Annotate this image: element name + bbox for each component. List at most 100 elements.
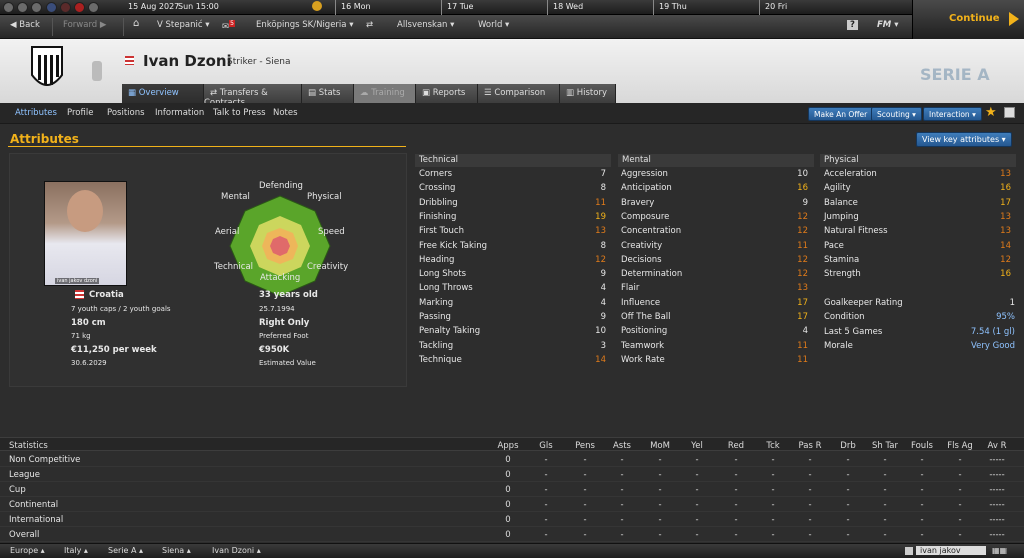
tab-comparison[interactable]: ☰ Comparison bbox=[478, 84, 560, 103]
attr-passing-value: 9 bbox=[600, 312, 606, 322]
crumb-europe[interactable]: Europe ▴ bbox=[10, 546, 45, 555]
stats-col-fouls[interactable]: Fouls bbox=[907, 441, 937, 451]
subnav-notes[interactable]: Notes bbox=[273, 108, 298, 118]
stats-cell: - bbox=[958, 470, 962, 480]
tab-reports[interactable]: ▣ Reports bbox=[416, 84, 478, 103]
player-role: Striker - Siena bbox=[227, 57, 291, 67]
stats-cell: ----- bbox=[989, 530, 1005, 540]
make-offer-button[interactable]: Make An Offer bbox=[808, 107, 874, 121]
home-icon[interactable]: ⌂ bbox=[133, 18, 139, 29]
continue-button[interactable]: Continue bbox=[912, 0, 1024, 39]
stop-icon[interactable] bbox=[74, 2, 85, 13]
subnav-information[interactable]: Information bbox=[155, 108, 204, 118]
stats-col-yel[interactable]: Yel bbox=[682, 441, 712, 451]
user-field[interactable]: ivan jakov bbox=[916, 546, 986, 555]
stats-cell: - bbox=[958, 530, 962, 540]
stats-cell: - bbox=[808, 485, 812, 495]
stats-col-red[interactable]: Red bbox=[721, 441, 751, 451]
day-19[interactable]: 19 Thu bbox=[659, 2, 687, 11]
stats-cell: - bbox=[695, 470, 699, 480]
scouting-button[interactable]: Scouting ▾ bbox=[871, 107, 922, 121]
crumb-siena[interactable]: Siena ▴ bbox=[162, 546, 191, 555]
tab-overview[interactable]: ▦ Overview bbox=[122, 84, 204, 103]
attr-determination-value: 12 bbox=[797, 269, 808, 280]
misc-icon[interactable] bbox=[88, 2, 99, 13]
stats-row: International 0- - - - - - - - - - - - ----- bbox=[0, 512, 1024, 527]
stats-col-av-r[interactable]: Av R bbox=[982, 441, 1012, 451]
tab-transfers[interactable]: ⇄ Transfers & Contracts bbox=[204, 84, 302, 108]
attr-dribbling-label: Dribbling bbox=[419, 197, 458, 208]
stats-col-tck[interactable]: Tck bbox=[758, 441, 788, 451]
attr-teamwork-label: Teamwork bbox=[621, 340, 665, 351]
settings-icon[interactable] bbox=[17, 2, 28, 13]
attr-creativity-value: 11 bbox=[797, 240, 808, 251]
interaction-button[interactable]: Interaction ▾ bbox=[923, 107, 982, 121]
technical-header: Technical bbox=[415, 154, 611, 167]
player-switch-stepper[interactable] bbox=[92, 61, 102, 81]
attr-aggression-value: 10 bbox=[797, 169, 808, 179]
crumb-italy[interactable]: Italy ▴ bbox=[64, 546, 88, 555]
back-button[interactable]: ◀ Back bbox=[10, 20, 40, 30]
menu-grip-icon[interactable]: ▦▦ bbox=[992, 546, 1007, 555]
radar-label-aerial: Aerial bbox=[215, 227, 240, 237]
help-icon[interactable]: ? bbox=[847, 20, 858, 30]
notes-icon[interactable] bbox=[1004, 107, 1015, 118]
tools-icon[interactable] bbox=[31, 2, 42, 13]
stats-col-mom[interactable]: MoM bbox=[645, 441, 675, 451]
view-key-attributes-button[interactable]: View key attributes ▾ bbox=[916, 132, 1012, 147]
info-goalkeeper-rating-label: Goalkeeper Rating bbox=[824, 298, 903, 308]
inbox-icon[interactable]: ✉5 bbox=[222, 20, 235, 32]
stats-col-pens[interactable]: Pens bbox=[570, 441, 600, 451]
crumb-serie-a[interactable]: Serie A ▴ bbox=[108, 546, 143, 555]
attr-long-shots-value: 9 bbox=[600, 269, 606, 280]
attr-first-touch-value: 13 bbox=[595, 226, 606, 237]
tab-history[interactable]: ▥ History bbox=[560, 84, 616, 103]
day-16[interactable]: 16 Mon bbox=[341, 2, 371, 11]
subnav-talk-to-press[interactable]: Talk to Press bbox=[213, 108, 266, 118]
stats-cell: - bbox=[620, 470, 624, 480]
forward-button[interactable]: Forward ▶ bbox=[63, 20, 106, 30]
manager-menu[interactable]: V Stepanić ▾ bbox=[157, 20, 209, 30]
info-icon[interactable] bbox=[3, 2, 14, 13]
shortlist-star-icon[interactable]: ★ bbox=[985, 105, 997, 120]
attr-strength-value: 16 bbox=[1000, 269, 1011, 280]
stats-col-gls[interactable]: Gls bbox=[531, 441, 561, 451]
day-18[interactable]: 18 Wed bbox=[553, 2, 583, 11]
stats-cell: 0 bbox=[505, 515, 511, 525]
subnav-attributes[interactable]: Attributes bbox=[15, 108, 57, 118]
world-menu[interactable]: World ▾ bbox=[478, 20, 509, 30]
subnav-positions[interactable]: Positions bbox=[107, 108, 145, 118]
stats-col-drb[interactable]: Drb bbox=[833, 441, 863, 451]
current-date: 15 Aug 2027 bbox=[128, 2, 180, 11]
stats-col-asts[interactable]: Asts bbox=[607, 441, 637, 451]
info-morale-value: Very Good bbox=[971, 340, 1015, 351]
club-menu[interactable]: Enköpings SK/Nigeria ▾ bbox=[256, 20, 353, 30]
player-name: Ivan Dzoni bbox=[143, 52, 232, 70]
attr-composure-label: Composure bbox=[621, 211, 670, 222]
tab-stats[interactable]: ▤ Stats bbox=[302, 84, 354, 103]
stats-cell: - bbox=[734, 515, 738, 525]
stats-col-pas-r[interactable]: Pas R bbox=[795, 441, 825, 451]
fm-menu[interactable]: FM ▾ bbox=[877, 20, 899, 30]
info-last-5-games-label: Last 5 Games bbox=[824, 326, 883, 337]
globe-icon[interactable] bbox=[46, 2, 57, 13]
stats-cell: - bbox=[734, 500, 738, 510]
league-menu[interactable]: Allsvenskan ▾ bbox=[397, 20, 454, 30]
swap-icon[interactable]: ⇄ bbox=[366, 20, 373, 30]
stats-row-label: Overall bbox=[9, 530, 40, 540]
stats-col-fls-ag[interactable]: Fls Ag bbox=[945, 441, 975, 451]
subnav-profile[interactable]: Profile bbox=[67, 108, 93, 118]
attr-agility-label: Agility bbox=[824, 183, 851, 194]
stats-cell: - bbox=[883, 455, 887, 465]
crumb-player[interactable]: Ivan Dzoni ▴ bbox=[212, 546, 261, 555]
record-icon[interactable] bbox=[60, 2, 71, 13]
day-17[interactable]: 17 Tue bbox=[447, 2, 473, 11]
stats-col-apps[interactable]: Apps bbox=[493, 441, 523, 451]
stats-row-label: Continental bbox=[9, 500, 59, 510]
attr-jumping-value: 13 bbox=[1000, 211, 1011, 222]
stats-col-sh-tar[interactable]: Sh Tar bbox=[870, 441, 900, 451]
attr-corners-label: Corners bbox=[419, 169, 453, 179]
statistics-header: Statistics Apps Gls Pens Asts MoM Yel Red Tck Pa… bbox=[0, 437, 1024, 451]
day-20[interactable]: 20 Fri bbox=[765, 2, 787, 11]
attr-balance-value: 17 bbox=[1000, 197, 1011, 208]
